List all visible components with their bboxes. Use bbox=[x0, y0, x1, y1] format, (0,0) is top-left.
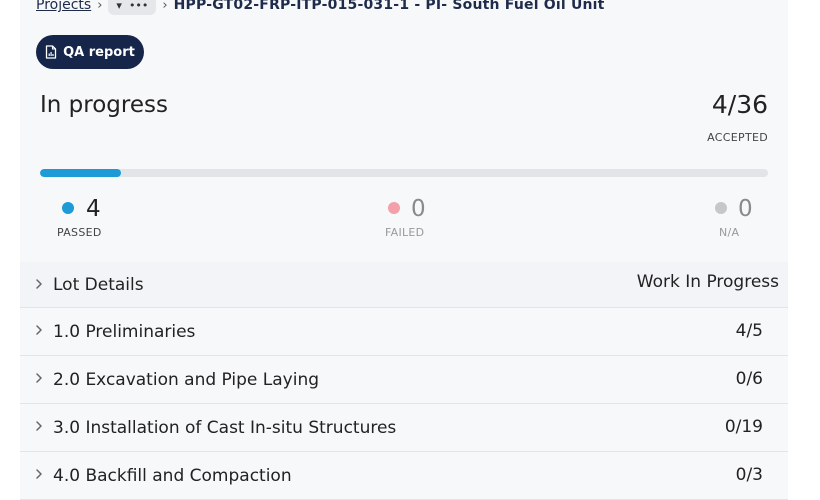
chevron-right-icon bbox=[32, 277, 46, 291]
chevron-right-icon bbox=[32, 371, 46, 385]
chevron-right-icon bbox=[32, 467, 46, 481]
accepted-count: 4/36 bbox=[711, 90, 768, 119]
section-row-backfill[interactable]: 4.0 Backfill and Compaction 0/3 bbox=[20, 452, 788, 500]
passed-label: PASSED bbox=[57, 226, 102, 239]
section-count: 0/19 bbox=[724, 417, 763, 437]
section-row-lot-details[interactable]: Lot Details Work In Progress bbox=[20, 262, 788, 308]
breadcrumb-more-label: ••• bbox=[128, 0, 149, 12]
breadcrumb-projects-link[interactable]: Projects bbox=[36, 0, 91, 13]
progress-bar bbox=[40, 169, 768, 177]
chevron-right-icon bbox=[32, 323, 46, 337]
qa-report-button[interactable]: QA report bbox=[36, 35, 144, 69]
breadcrumb: Projects › ▾ ••• › HPP-GT02-FRP-ITP-015-… bbox=[36, 0, 605, 18]
section-row-excavation[interactable]: 2.0 Excavation and Pipe Laying 0/6 bbox=[20, 356, 788, 404]
section-list: Lot Details Work In Progress 1.0 Prelimi… bbox=[20, 262, 788, 500]
section-name: 4.0 Backfill and Compaction bbox=[53, 466, 292, 486]
passed-dot-icon bbox=[62, 202, 74, 214]
section-name: 1.0 Preliminaries bbox=[53, 322, 196, 342]
breadcrumb-more-button[interactable]: ▾ ••• bbox=[108, 0, 157, 15]
chevron-right-icon bbox=[32, 419, 46, 433]
na-count: 0 bbox=[738, 196, 753, 222]
failed-label: FAILED bbox=[385, 226, 425, 239]
section-name: 3.0 Installation of Cast In-situ Structu… bbox=[53, 418, 397, 438]
section-status: Work In Progress bbox=[636, 272, 779, 292]
section-row-cast-in-situ[interactable]: 3.0 Installation of Cast In-situ Structu… bbox=[20, 404, 788, 452]
document-chart-icon bbox=[45, 45, 57, 59]
section-name: Lot Details bbox=[53, 275, 144, 295]
section-row-preliminaries[interactable]: 1.0 Preliminaries 4/5 bbox=[20, 308, 788, 356]
caret-down-icon: ▾ bbox=[116, 0, 122, 12]
passed-count: 4 bbox=[86, 196, 101, 222]
chevron-right-icon: › bbox=[97, 0, 103, 13]
section-count: 0/3 bbox=[735, 465, 763, 485]
failed-dot-icon bbox=[388, 202, 400, 214]
na-label: N/A bbox=[719, 226, 740, 239]
section-name: 2.0 Excavation and Pipe Laying bbox=[53, 370, 320, 390]
accepted-label: ACCEPTED bbox=[707, 131, 768, 144]
chevron-right-icon: › bbox=[162, 0, 168, 13]
na-dot-icon bbox=[715, 202, 727, 214]
progress-bar-fill bbox=[40, 169, 121, 177]
section-count: 0/6 bbox=[735, 369, 763, 389]
breadcrumb-current: HPP-GT02-FRP-ITP-015-031-1 - PI- South F… bbox=[173, 0, 605, 13]
status-title: In progress bbox=[40, 92, 168, 118]
failed-count: 0 bbox=[411, 196, 426, 222]
qa-report-label: QA report bbox=[63, 44, 135, 60]
section-count: 4/5 bbox=[735, 321, 763, 341]
